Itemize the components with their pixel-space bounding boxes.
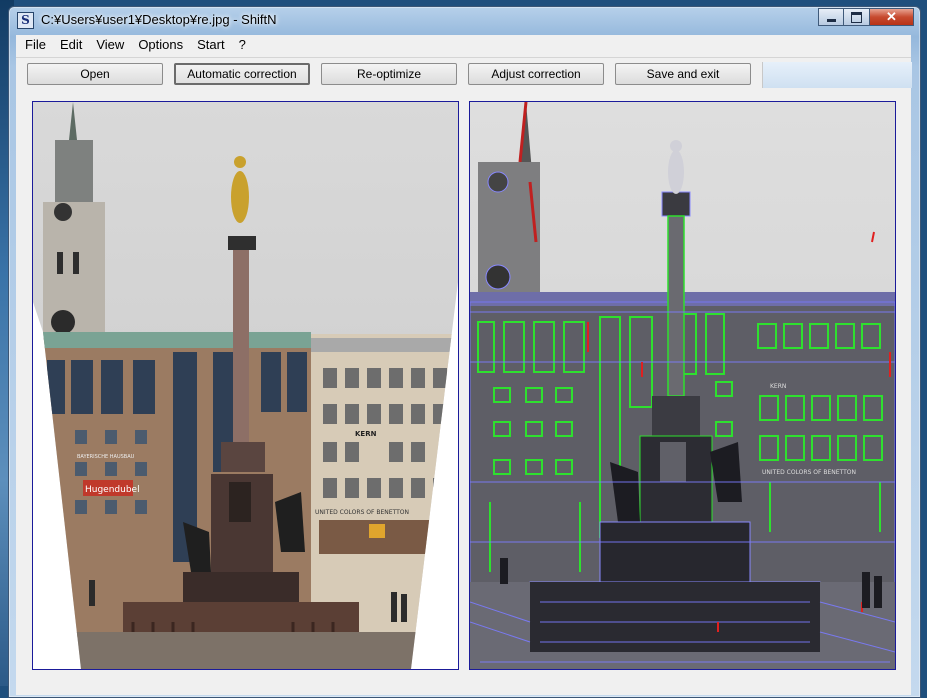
menu-bar: File Edit View Options Start ?: [16, 35, 911, 55]
window-title: C:¥Users¥user1¥Desktop¥re.jpg - ShiftN: [41, 12, 277, 27]
minimize-icon: [826, 19, 836, 22]
edge-analysis-panel[interactable]: KERN UNITED COLORS OF BENETTON: [469, 101, 896, 670]
bayerische-hausbau-sign: BAYERISCHE HAUSBAU: [77, 454, 135, 460]
kern-sign: KERN: [355, 430, 377, 438]
save-and-exit-button[interactable]: Save and exit: [615, 63, 751, 85]
re-optimize-button[interactable]: Re-optimize: [321, 63, 457, 85]
close-icon: ✕: [886, 9, 897, 24]
menu-help[interactable]: ?: [232, 35, 253, 55]
svg-text:UNITED COLORS OF BENETTON: UNITED COLORS OF BENETTON: [762, 469, 856, 476]
automatic-correction-button[interactable]: Automatic correction: [174, 63, 310, 85]
edge-detection-image: KERN UNITED COLORS OF BENETTON: [470, 102, 895, 669]
title-bar[interactable]: S C:¥Users¥user1¥Desktop¥re.jpg - ShiftN…: [9, 7, 920, 33]
open-button[interactable]: Open: [27, 63, 163, 85]
hugendubel-sign: Hugendubel: [85, 485, 140, 495]
menu-start[interactable]: Start: [190, 35, 231, 55]
menu-file[interactable]: File: [18, 35, 53, 55]
maximize-button[interactable]: [844, 8, 870, 26]
minimize-button[interactable]: [818, 8, 844, 26]
client-area: File Edit View Options Start ? Open Auto…: [16, 35, 912, 695]
benetton-sign: UNITED COLORS OF BENETTON: [315, 509, 409, 516]
maximize-icon: [851, 11, 862, 23]
close-button[interactable]: ✕: [870, 8, 914, 26]
window-controls: ✕: [818, 8, 914, 26]
toolbar-filler: [762, 62, 912, 88]
toolbar: Open Automatic correction Re-optimize Ad…: [16, 57, 912, 90]
app-window: S C:¥Users¥user1¥Desktop¥re.jpg - ShiftN…: [8, 6, 921, 698]
adjust-correction-button[interactable]: Adjust correction: [468, 63, 604, 85]
corrected-image-panel[interactable]: Hugendubel BAYERISCHE HAUSBAU KERN UNITE…: [32, 101, 459, 670]
menu-options[interactable]: Options: [131, 35, 190, 55]
corrected-photo: Hugendubel BAYERISCHE HAUSBAU KERN UNITE…: [33, 102, 458, 669]
menu-edit[interactable]: Edit: [53, 35, 89, 55]
menu-view[interactable]: View: [89, 35, 131, 55]
svg-text:KERN: KERN: [770, 383, 786, 390]
app-icon[interactable]: S: [17, 12, 34, 29]
